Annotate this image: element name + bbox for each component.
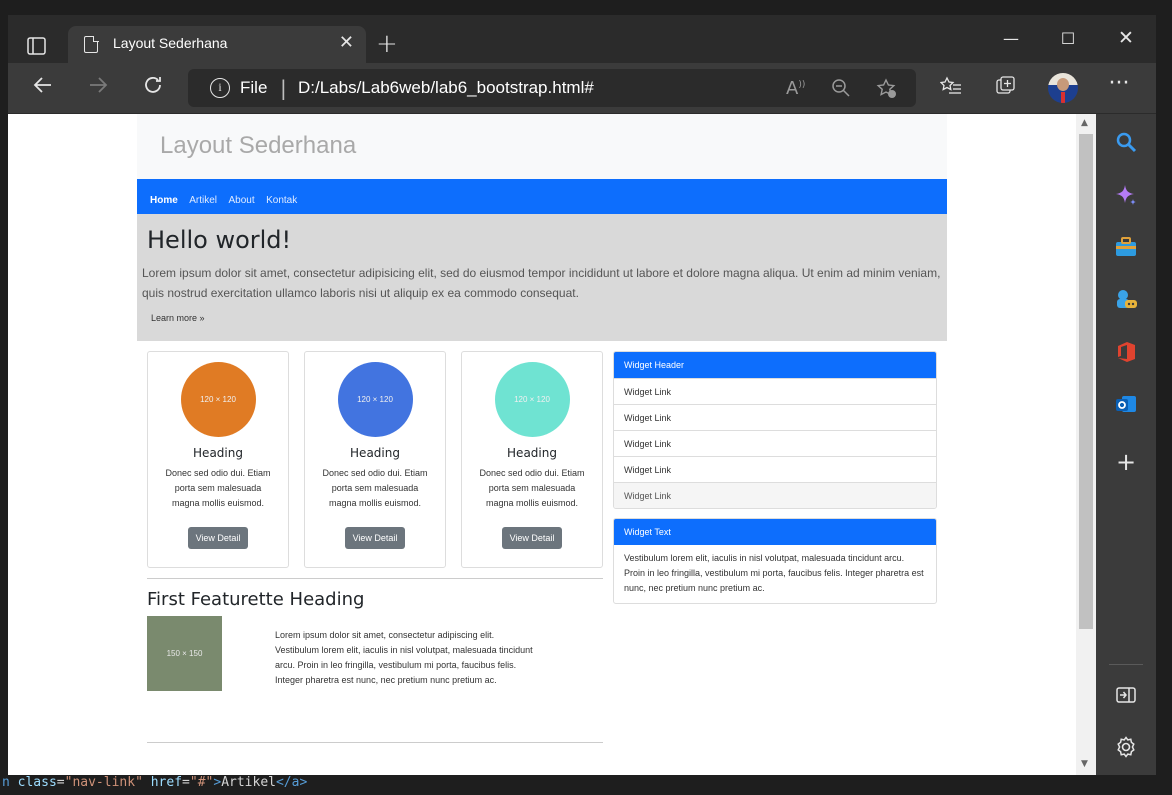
- edge-sidebar: +: [1096, 114, 1156, 775]
- card-image-placeholder: 120 × 120: [337, 362, 413, 437]
- outlook-icon[interactable]: [1114, 392, 1138, 416]
- back-icon[interactable]: [28, 73, 58, 103]
- refresh-icon[interactable]: [138, 73, 168, 103]
- add-icon[interactable]: +: [1114, 450, 1138, 474]
- page-icon: [84, 35, 99, 53]
- minimize-icon[interactable]: —: [1001, 29, 1021, 48]
- address-bar[interactable]: i File | D:/Labs/Lab6web/lab6_bootstrap.…: [188, 69, 916, 107]
- view-detail-button[interactable]: View Detail: [344, 527, 406, 549]
- card-heading: Heading: [193, 446, 243, 460]
- divider: [147, 742, 603, 743]
- featurette-image-placeholder: 150 × 150: [147, 616, 222, 691]
- address-separator: |: [280, 76, 287, 100]
- address-scheme: File: [240, 78, 268, 97]
- add-favorite-icon[interactable]: [876, 78, 898, 105]
- site-title: Layout Sederhana: [160, 132, 357, 159]
- tab-actions-icon[interactable]: [26, 35, 48, 57]
- code-prefix: n: [2, 775, 18, 790]
- zoom-out-icon[interactable]: [831, 78, 851, 103]
- hide-sidebar-icon[interactable]: [1114, 683, 1138, 707]
- games-icon[interactable]: [1114, 287, 1138, 311]
- close-window-icon[interactable]: ✕: [1116, 27, 1136, 49]
- card-text: Donec sed odio dui. Etiam porta sem male…: [479, 468, 585, 508]
- widget-link[interactable]: Widget Link: [614, 456, 936, 482]
- browser-toolbar: i File | D:/Labs/Lab6web/lab6_bootstrap.…: [8, 63, 1156, 113]
- nav-artikel[interactable]: Artikel: [189, 195, 217, 206]
- nav-home[interactable]: Home: [150, 195, 178, 206]
- browser-tab[interactable]: Layout Sederhana ✕: [68, 26, 366, 63]
- tools-icon[interactable]: [1114, 235, 1138, 259]
- scroll-up-icon[interactable]: ▲: [1081, 118, 1088, 128]
- card-1: 120 × 120 Heading Donec sed odio dui. Et…: [147, 351, 289, 568]
- scroll-down-icon[interactable]: ▼: [1081, 759, 1088, 769]
- widget-text-header: Widget Text: [614, 519, 936, 545]
- widget-links-panel: Widget Header Widget Link Widget Link Wi…: [613, 351, 937, 509]
- widget-text-body: Vestibulum lorem elit, iaculis in nisl v…: [624, 553, 924, 593]
- code-close-tag: </a>: [275, 775, 308, 790]
- learn-more-button[interactable]: Learn more »: [151, 313, 205, 323]
- forward-icon[interactable]: [83, 73, 113, 103]
- sidebar-divider: [1109, 664, 1143, 665]
- card-image-placeholder: 120 × 120: [180, 362, 256, 437]
- search-icon[interactable]: [1114, 130, 1138, 154]
- copilot-icon[interactable]: [1114, 183, 1138, 207]
- card-2: 120 × 120 Heading Donec sed odio dui. Et…: [304, 351, 446, 568]
- widget-link[interactable]: Widget Link: [614, 430, 936, 456]
- read-aloud-icon[interactable]: A)): [786, 78, 805, 99]
- view-detail-button[interactable]: View Detail: [501, 527, 563, 549]
- web-page: Layout Sederhana Home Artikel About Kont…: [137, 114, 947, 775]
- widget-link[interactable]: Widget Link: [614, 378, 936, 404]
- card-3: 120 × 120 Heading Donec sed odio dui. Et…: [461, 351, 603, 568]
- info-icon[interactable]: i: [210, 78, 230, 98]
- hero-title: Hello world!: [147, 226, 292, 254]
- new-tab-button[interactable]: +: [376, 31, 398, 57]
- code-link-text: Artikel: [221, 775, 276, 790]
- code-value-href: "#": [189, 775, 214, 790]
- widget-link[interactable]: Widget Link: [614, 482, 936, 508]
- office-icon[interactable]: [1114, 340, 1138, 364]
- browser-window: Layout Sederhana ✕ + — ☐ ✕ i File | D:/L…: [8, 15, 1156, 775]
- code-attr-href: href: [150, 775, 183, 790]
- tab-bar: Layout Sederhana ✕ + — ☐ ✕: [8, 15, 1156, 63]
- site-header: Layout Sederhana: [137, 114, 947, 179]
- profile-avatar[interactable]: [1048, 73, 1078, 103]
- scrollbar-thumb[interactable]: [1079, 134, 1093, 629]
- maximize-icon[interactable]: ☐: [1058, 29, 1078, 48]
- more-icon[interactable]: ···: [1106, 71, 1132, 96]
- card-heading: Heading: [507, 446, 557, 460]
- card-image-placeholder: 120 × 120: [494, 362, 570, 437]
- view-detail-button[interactable]: View Detail: [187, 527, 249, 549]
- widget-text-panel: Widget Text Vestibulum lorem elit, iacul…: [613, 518, 937, 604]
- code-attr-class: class: [17, 775, 57, 790]
- favorites-icon[interactable]: [938, 75, 964, 102]
- featurette-text: Lorem ipsum dolor sit amet, consectetur …: [275, 630, 533, 685]
- vertical-scrollbar[interactable]: ▲ ▼: [1076, 114, 1096, 775]
- close-tab-icon[interactable]: ✕: [339, 33, 354, 53]
- collections-icon[interactable]: [993, 75, 1019, 102]
- widget-header: Widget Header: [614, 352, 936, 378]
- tab-title: Layout Sederhana: [113, 35, 228, 51]
- editor-code-line: n class="nav-link" href="#">Artikel</a>: [0, 775, 1172, 795]
- nav-about[interactable]: About: [229, 195, 255, 206]
- page-viewport: Layout Sederhana Home Artikel About Kont…: [8, 114, 1084, 775]
- card-text: Donec sed odio dui. Etiam porta sem male…: [322, 468, 428, 508]
- nav-kontak[interactable]: Kontak: [266, 195, 297, 206]
- divider: [147, 578, 603, 579]
- featurette-heading: First Featurette Heading: [147, 589, 365, 610]
- hero-jumbotron: Hello world! Lorem ipsum dolor sit amet,…: [137, 214, 947, 341]
- site-navbar: Home Artikel About Kontak: [137, 179, 947, 214]
- widget-link[interactable]: Widget Link: [614, 404, 936, 430]
- address-url[interactable]: D:/Labs/Lab6web/lab6_bootstrap.html#: [298, 78, 594, 98]
- settings-icon[interactable]: [1114, 735, 1138, 759]
- card-heading: Heading: [350, 446, 400, 460]
- card-text: Donec sed odio dui. Etiam porta sem male…: [165, 468, 271, 508]
- code-value-class: "nav-link": [64, 775, 143, 790]
- hero-text: Lorem ipsum dolor sit amet, consectetur …: [142, 266, 941, 300]
